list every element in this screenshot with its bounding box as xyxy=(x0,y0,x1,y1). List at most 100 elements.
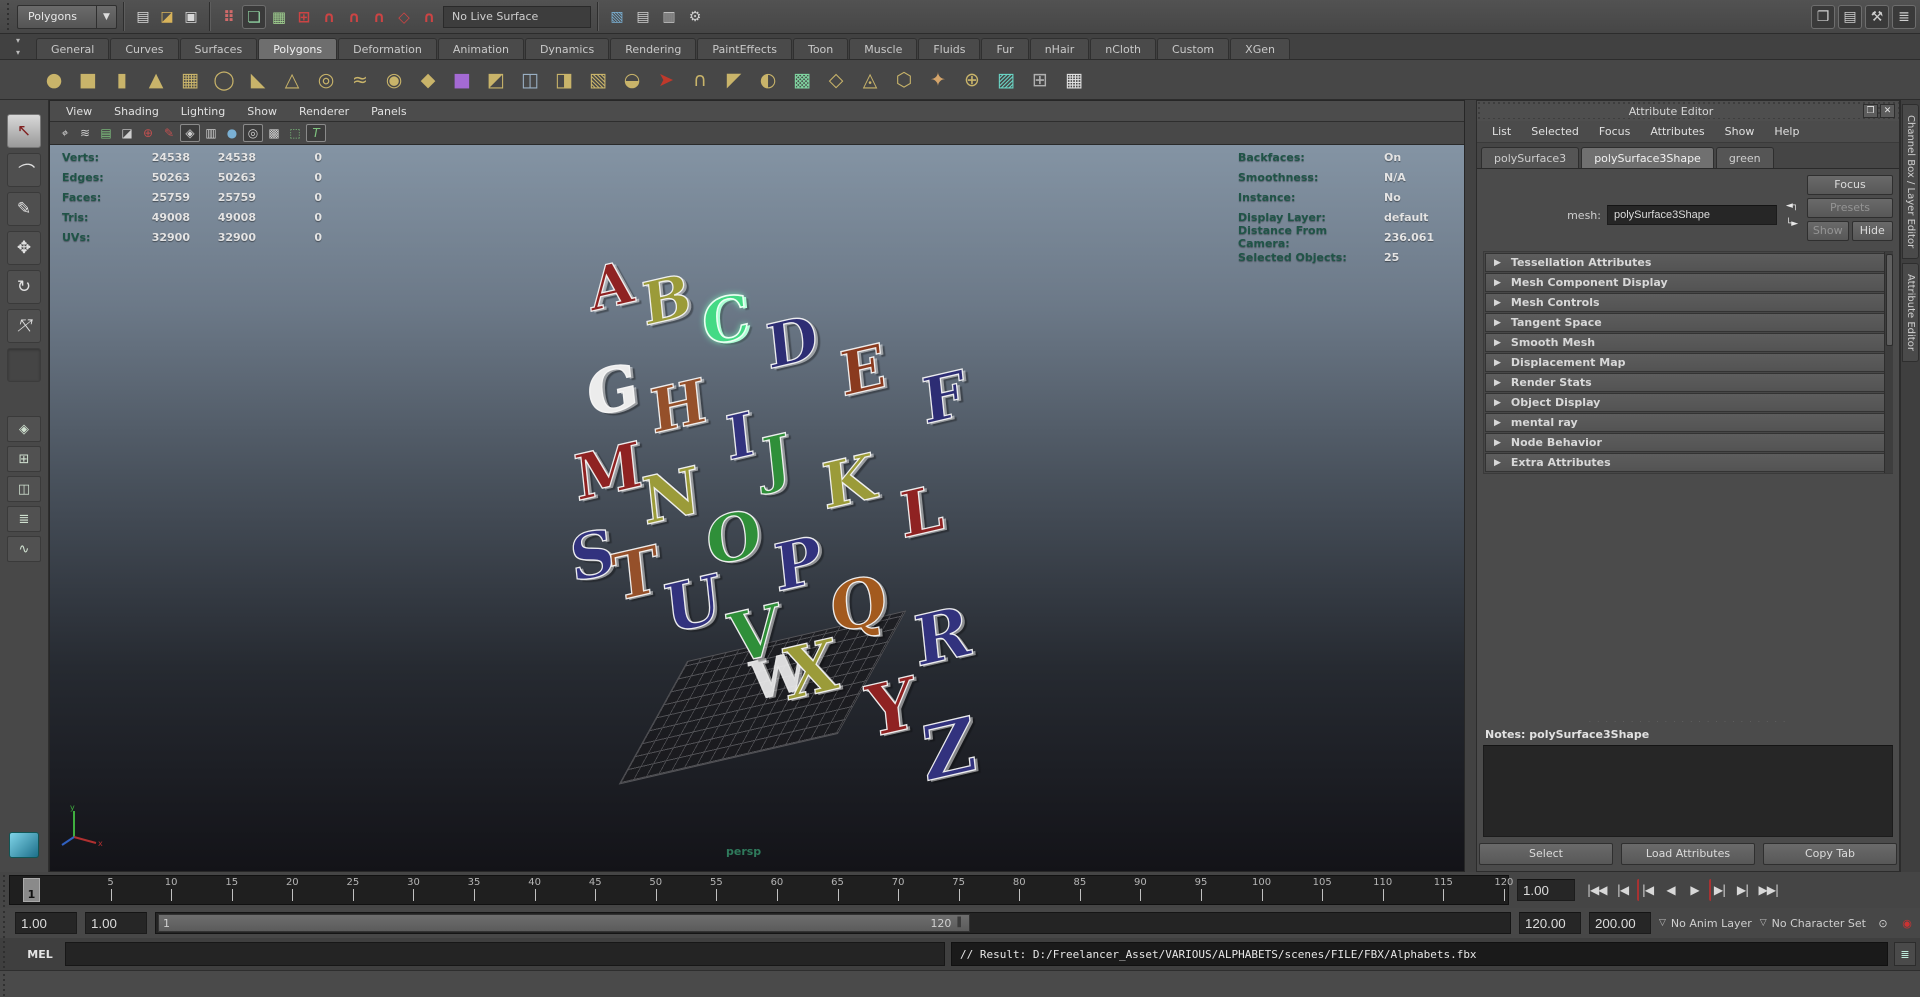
shelf-tab[interactable]: Muscle xyxy=(849,38,918,59)
attribute-section-header[interactable]: ▶ Displacement Map xyxy=(1485,353,1891,372)
shelf-tab[interactable]: Custom xyxy=(1157,38,1230,59)
letter-f[interactable]: F xyxy=(918,355,970,439)
shelf-tab[interactable]: General xyxy=(36,38,110,59)
play-backwards-button[interactable]: ◀ xyxy=(1661,879,1681,901)
animation-start-field[interactable] xyxy=(85,912,147,934)
fill-hole-icon[interactable]: ▧ xyxy=(582,64,614,96)
dock-vertical-tab[interactable]: Attribute Editor xyxy=(1902,263,1919,363)
render-current-frame-icon[interactable]: ▤ xyxy=(631,5,655,29)
scrollbar[interactable] xyxy=(1884,252,1893,473)
layout-single-persp-button[interactable]: ◈ xyxy=(7,416,41,442)
separate-icon[interactable]: ◫ xyxy=(514,64,546,96)
mel-command-input[interactable] xyxy=(65,942,945,966)
shelf-tab[interactable]: Fluids xyxy=(918,38,981,59)
attribute-section-header[interactable]: ▶ Object Display xyxy=(1485,393,1891,412)
shelf-tab[interactable]: PaintEffects xyxy=(697,38,792,59)
step-back-frame-button[interactable]: |◀ xyxy=(1613,879,1633,901)
poly-soccer-ball-icon[interactable]: ◉ xyxy=(378,64,410,96)
dock-vertical-tab[interactable]: Channel Box / Layer Editor xyxy=(1902,104,1919,260)
quadrangulate-icon[interactable]: ⬡ xyxy=(888,64,920,96)
image-plane-icon[interactable]: ◪ xyxy=(117,124,137,142)
shelf-tab[interactable]: nCloth xyxy=(1090,38,1156,59)
layout-persp-graph-button[interactable]: ∿ xyxy=(7,536,41,562)
letter-j[interactable]: J xyxy=(758,420,794,498)
poly-plane-icon[interactable]: ▦ xyxy=(174,64,206,96)
playback-end-field[interactable] xyxy=(1518,912,1581,934)
ae-node-tab[interactable]: polySurface3Shape xyxy=(1581,147,1714,168)
step-forward-frame-button[interactable]: ▶| xyxy=(1733,879,1753,901)
anim-layer-dropdown[interactable]: ▽ No Anim Layer xyxy=(1659,917,1752,930)
letter-a[interactable]: A xyxy=(585,246,637,326)
poly-pipe-icon[interactable]: ◎ xyxy=(310,64,342,96)
rotate-tool[interactable]: ↻ xyxy=(7,270,41,304)
render-settings-icon[interactable]: ⚙ xyxy=(683,5,707,29)
use-default-material-icon[interactable]: ◎ xyxy=(243,124,263,142)
live-surface-field[interactable]: No Live Surface xyxy=(443,5,591,28)
poly-torus-icon[interactable]: ◯ xyxy=(208,64,240,96)
focus-button[interactable]: Focus xyxy=(1807,175,1893,195)
mirror-geometry-icon[interactable]: ◐ xyxy=(752,64,784,96)
go-to-end-button[interactable]: ▶▶| xyxy=(1757,879,1781,901)
panel-menu-item[interactable]: Lighting xyxy=(171,103,235,120)
letter-b[interactable]: B xyxy=(638,260,694,340)
attribute-editor-toggle-icon[interactable]: ≣ xyxy=(1892,4,1916,29)
step-forward-key-button[interactable]: ▶| xyxy=(1708,879,1729,901)
smooth-icon[interactable]: ◒ xyxy=(616,64,648,96)
ae-menu-item[interactable]: Show xyxy=(1716,122,1764,141)
select-by-hierarchy-icon[interactable]: ⠿ xyxy=(217,5,241,29)
hide-button[interactable]: Hide xyxy=(1851,221,1893,241)
range-slider-handle[interactable]: 1 120 ▌ xyxy=(158,914,971,932)
panel-menu-item[interactable]: View xyxy=(56,103,102,120)
shelf-tab[interactable]: Deformation xyxy=(338,38,437,59)
merge-vertices-icon[interactable]: ⊕ xyxy=(956,64,988,96)
render-view-icon[interactable]: ▧ xyxy=(605,5,629,29)
textured-icon[interactable]: ● xyxy=(222,124,242,142)
lasso-tool[interactable]: ⌒ xyxy=(7,153,41,187)
select-by-object-icon[interactable]: ❏ xyxy=(242,4,266,29)
panel-menu-item[interactable]: Shading xyxy=(104,103,169,120)
select-by-component-icon[interactable]: ▦ xyxy=(267,5,291,29)
ae-menu-item[interactable]: Attributes xyxy=(1641,122,1713,141)
panel-menu-item[interactable]: Renderer xyxy=(289,103,359,120)
snap-to-view-plane-icon[interactable]: ◇ xyxy=(392,5,416,29)
range-handle-grip[interactable]: ▌ xyxy=(957,918,965,928)
save-scene-icon[interactable]: ▣ xyxy=(179,5,203,29)
snap-to-grid-icon[interactable]: ⊞ xyxy=(292,5,316,29)
shelf-tab[interactable]: Surfaces xyxy=(179,38,258,59)
triangulate-icon[interactable]: ◬ xyxy=(854,64,886,96)
current-time-field[interactable] xyxy=(1517,879,1575,901)
move-tool[interactable]: ✥ xyxy=(7,231,41,265)
letter-h[interactable]: H xyxy=(646,365,710,449)
extract-icon[interactable]: ◨ xyxy=(548,64,580,96)
attribute-section-header[interactable]: ▶ Tessellation Attributes xyxy=(1485,253,1891,272)
letter-d[interactable]: D xyxy=(762,301,821,384)
ae-node-tab[interactable]: green xyxy=(1715,147,1774,168)
ae-menu-item[interactable]: Focus xyxy=(1590,122,1639,141)
letter-k[interactable]: K xyxy=(818,438,879,525)
shelf-tab[interactable]: Dynamics xyxy=(524,38,610,59)
shelf-tab[interactable]: Fur xyxy=(981,38,1029,59)
attribute-section-header[interactable]: ▶ Mesh Controls xyxy=(1485,293,1891,312)
command-line-drag-handle[interactable] xyxy=(0,938,7,970)
attribute-section-header[interactable]: ▶ Smooth Mesh xyxy=(1485,333,1891,352)
attribute-section-header[interactable]: ▶ Mesh Component Display xyxy=(1485,273,1891,292)
channel-box-toggle-icon[interactable]: ▤ xyxy=(1838,4,1862,29)
viewport-canvas[interactable]: Verts: 24538 24538 0 Edges: 50263 50263 … xyxy=(50,145,1464,871)
panel-menu-item[interactable]: Panels xyxy=(361,103,416,120)
attribute-section-header[interactable]: ▶ Extra Attributes xyxy=(1485,453,1891,472)
notes-textarea[interactable] xyxy=(1483,745,1893,837)
snap-to-point-icon[interactable]: ∩ xyxy=(342,5,366,29)
letter-e[interactable]: E xyxy=(836,330,889,412)
last-tool-slot[interactable] xyxy=(7,348,41,382)
attribute-section-header[interactable]: ▶ Node Behavior xyxy=(1485,433,1891,452)
time-slider[interactable]: 1 5 10 15 20 25 30 35 40 45 50 55 60 65 … xyxy=(9,875,1513,905)
show-button[interactable]: Show xyxy=(1807,221,1849,241)
bookmarks-icon[interactable]: ▤ xyxy=(96,124,116,142)
letter-i[interactable]: I xyxy=(722,398,758,476)
output-connections-icon[interactable]: └► xyxy=(1783,217,1801,231)
isolate-select-icon[interactable]: ⬚ xyxy=(285,124,305,142)
letter-c[interactable]: C xyxy=(698,280,754,362)
texture-view-icon[interactable]: T xyxy=(306,124,326,142)
panel-splitter[interactable] xyxy=(1465,100,1476,872)
playback-start-field[interactable] xyxy=(15,912,77,934)
